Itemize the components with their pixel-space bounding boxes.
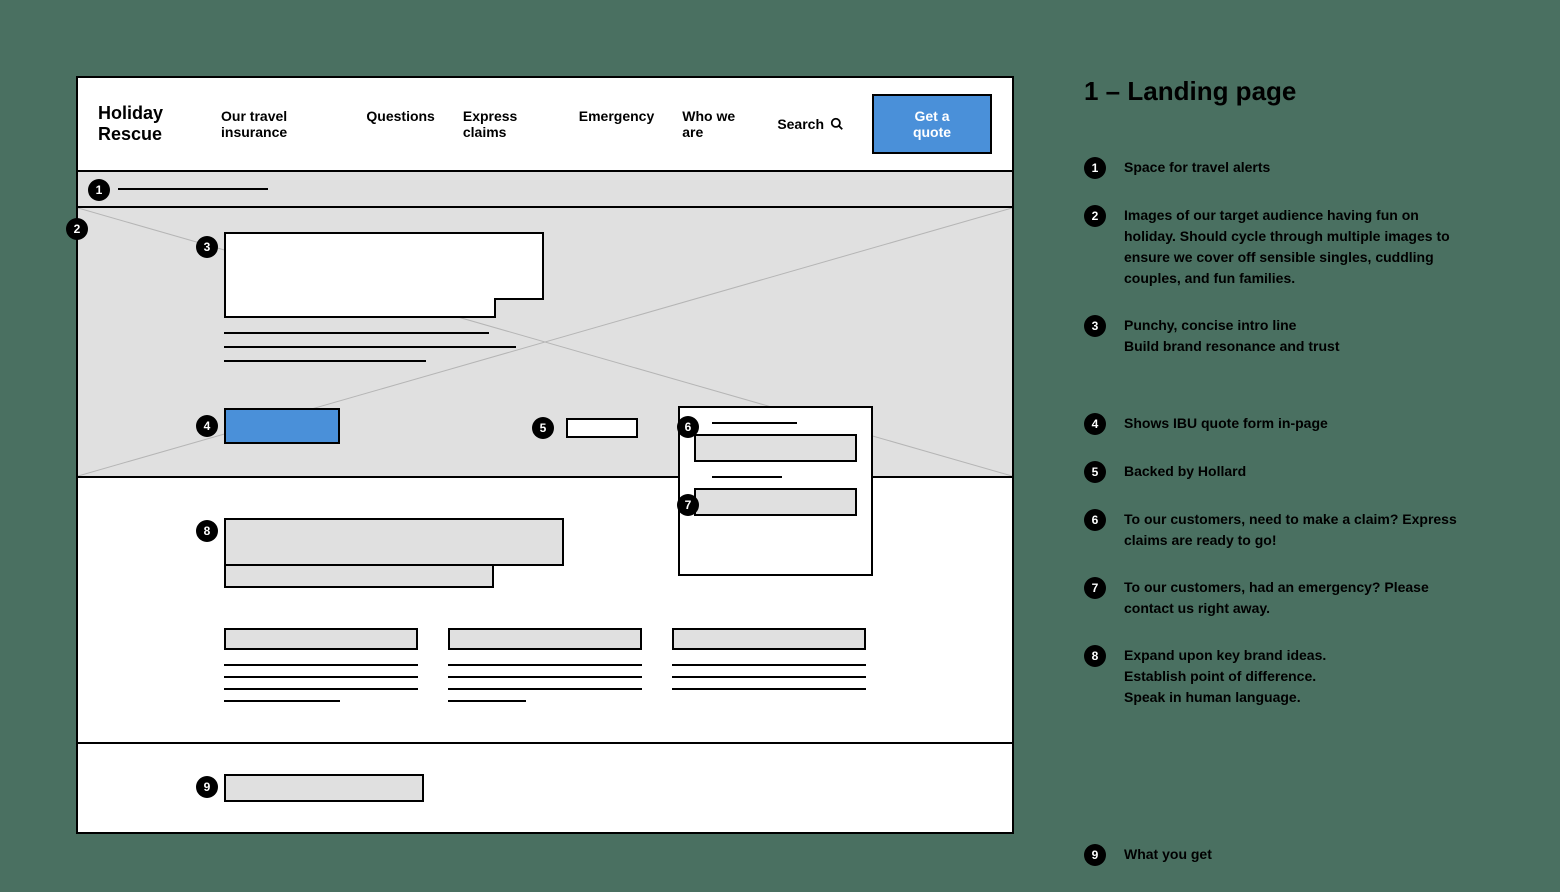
marker-2: 2 (66, 218, 88, 240)
annotation-row: 5 Backed by Hollard (1084, 461, 1464, 483)
annotation-badge: 8 (1084, 645, 1106, 667)
nav-express-claims[interactable]: Express claims (463, 108, 551, 140)
annotation-badge: 9 (1084, 844, 1106, 866)
nav-emergency[interactable]: Emergency (579, 108, 654, 140)
annotation-text: What you get (1124, 844, 1212, 865)
section-heading-placeholder (224, 518, 564, 566)
marker-5: 5 (532, 417, 554, 439)
annotation-row: 6 To our customers, need to make a claim… (1084, 509, 1464, 551)
brand-logo[interactable]: Holiday Rescue (98, 103, 163, 144)
hero-headline-notch (224, 298, 496, 318)
marker-7: 7 (677, 494, 699, 516)
annotation-row: 4 Shows IBU quote form in-page (1084, 413, 1464, 435)
get-quote-button[interactable]: Get a quote (872, 94, 992, 154)
annotation-badge: 6 (1084, 509, 1106, 531)
hero-section: 2 3 4 5 6 7 (78, 208, 1012, 478)
main-nav: Our travel insurance Questions Express c… (221, 108, 844, 140)
annotation-text: Punchy, concise intro line Build brand r… (1124, 315, 1339, 357)
nav-search[interactable]: Search (777, 108, 844, 140)
feature-col-2 (448, 628, 642, 712)
annotation-text: Space for travel alerts (1124, 157, 1270, 178)
alert-placeholder-line (118, 188, 268, 190)
brand-section: 8 (78, 478, 1012, 742)
annotation-badge: 2 (1084, 205, 1106, 227)
annotation-badge: 5 (1084, 461, 1106, 483)
marker-3: 3 (196, 236, 218, 258)
marker-8: 8 (196, 520, 218, 542)
marker-4: 4 (196, 415, 218, 437)
annotation-row: 9 What you get (1084, 844, 1464, 866)
annotation-panel: 1 – Landing page 1 Space for travel aler… (1084, 76, 1464, 892)
annotation-row: 1 Space for travel alerts (1084, 157, 1464, 179)
marker-6: 6 (677, 416, 699, 438)
annotation-badge: 3 (1084, 315, 1106, 337)
annotation-text: Backed by Hollard (1124, 461, 1246, 482)
nav-questions[interactable]: Questions (366, 108, 434, 140)
wireframe-canvas: Holiday Rescue Our travel insurance Ques… (76, 76, 1014, 834)
feature-col-3 (672, 628, 866, 712)
annotation-text: Expand upon key brand ideas. Establish p… (1124, 645, 1326, 708)
annotation-text: To our customers, had an emergency? Plea… (1124, 577, 1464, 619)
annotation-badge: 7 (1084, 577, 1106, 599)
what-you-get-section: 9 (78, 742, 1012, 832)
marker-9: 9 (196, 776, 218, 798)
annotation-badge: 4 (1084, 413, 1106, 435)
hero-body-lines (224, 332, 516, 374)
annotation-text: To our customers, need to make a claim? … (1124, 509, 1464, 551)
annotation-row: 7 To our customers, had an emergency? Pl… (1084, 577, 1464, 619)
annotation-row: 2 Images of our target audience having f… (1084, 205, 1464, 289)
annotation-title: 1 – Landing page (1084, 76, 1464, 107)
annotation-row: 3 Punchy, concise intro line Build brand… (1084, 315, 1464, 357)
site-header: Holiday Rescue Our travel insurance Ques… (78, 78, 1012, 172)
search-label: Search (777, 116, 824, 132)
brand-line2: Rescue (98, 124, 163, 145)
section-heading-notch (224, 566, 494, 588)
annotation-text: Shows IBU quote form in-page (1124, 413, 1328, 434)
annotation-badge: 1 (1084, 157, 1106, 179)
section2-heading-placeholder (224, 774, 424, 802)
annotation-text: Images of our target audience having fun… (1124, 205, 1464, 289)
hero-cta-button[interactable] (224, 408, 340, 444)
backed-by-badge (566, 418, 638, 438)
travel-alert-bar: 1 (78, 172, 1012, 208)
brand-line1: Holiday (98, 103, 163, 124)
search-icon (830, 117, 844, 131)
nav-travel-insurance[interactable]: Our travel insurance (221, 108, 338, 140)
nav-who-we-are[interactable]: Who we are (682, 108, 749, 140)
annotation-row: 8 Expand upon key brand ideas. Establish… (1084, 645, 1464, 708)
feature-col-1 (224, 628, 418, 712)
hero-headline-placeholder (224, 232, 544, 300)
feature-columns (224, 628, 866, 712)
marker-1: 1 (88, 179, 110, 201)
card-claim-button[interactable] (694, 434, 857, 462)
